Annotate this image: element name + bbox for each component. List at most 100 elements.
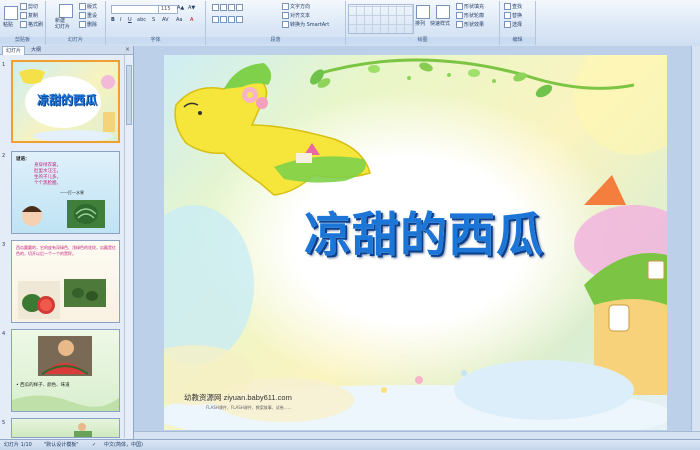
shape-outline-label: 形状轮廓 xyxy=(464,13,485,19)
scrollbar-thumb[interactable] xyxy=(126,65,132,125)
shrink-font-button[interactable]: A▼ xyxy=(188,5,195,11)
shape-effects-label: 形状效果 xyxy=(464,22,485,28)
justify-icon xyxy=(236,16,243,23)
outline-icon xyxy=(456,12,463,19)
smartart-icon xyxy=(282,21,289,28)
tab-outline[interactable]: 大纲 xyxy=(28,46,44,54)
bold-button[interactable]: B xyxy=(111,17,115,23)
shape-outline-button[interactable]: 形状轮廓 xyxy=(456,12,484,19)
change-case-button[interactable]: Aa xyxy=(176,17,182,23)
slide-thumbnail-1[interactable]: 凉甜的西瓜 xyxy=(11,60,120,143)
slide2-thumb-art xyxy=(22,200,105,228)
select-button[interactable]: 选择 xyxy=(504,21,522,28)
arrange-icon[interactable] xyxy=(416,5,430,19)
font-color-button[interactable]: A xyxy=(190,17,193,23)
slides-group: 新建 幻灯片 版式 重设 删除 幻灯片 xyxy=(46,1,106,45)
copy-label: 复制 xyxy=(28,13,39,19)
quick-styles-icon[interactable] xyxy=(436,5,450,19)
slide-thumbnail-4[interactable]: • 西瓜的样子、颜色、味道 xyxy=(11,329,120,412)
align-right-icon xyxy=(228,16,235,23)
slide-number: 3 xyxy=(2,242,6,248)
align-center-icon xyxy=(220,16,227,23)
shape-fill-button[interactable]: 形状填充 xyxy=(456,3,484,10)
shape-effects-button[interactable]: 形状效果 xyxy=(456,21,484,28)
cut-button[interactable]: 剪切 xyxy=(20,3,38,10)
slide4-caption: • 西瓜的样子、颜色、味道 xyxy=(16,383,70,388)
delete-slide-button[interactable]: 删除 xyxy=(79,21,97,28)
italic-button[interactable]: I xyxy=(120,17,121,23)
font-group: 115 A▲ A▼ B I U abc S AV Aa A 字体 xyxy=(106,1,206,45)
slide-thumbnail-2[interactable]: 谜语： 身穿绿衣裳， 肚里水汪汪， 生的子儿多， 个个黑脸膛。 ——打一水果 xyxy=(11,151,120,234)
align-text-icon xyxy=(282,12,289,19)
tab-slides[interactable]: 幻灯片 xyxy=(2,46,26,55)
smartart-button[interactable]: 转换为 SmartArt xyxy=(282,21,329,28)
new-slide-button[interactable]: 新建 幻灯片 xyxy=(55,18,70,30)
replace-icon xyxy=(504,12,511,19)
text-direction-button[interactable]: 文字方向 xyxy=(282,3,310,10)
replace-label: 替换 xyxy=(512,13,523,19)
new-slide-icon[interactable] xyxy=(59,4,73,18)
text-direction-icon xyxy=(282,3,289,10)
find-label: 查找 xyxy=(512,4,523,10)
slide3-thumb-art xyxy=(18,279,106,319)
slide-title[interactable]: 凉甜的西瓜 xyxy=(224,196,624,265)
editing-label: 编辑 xyxy=(500,37,535,44)
drawing-label: 绘图 xyxy=(346,37,499,44)
slide-thumbnail-3[interactable]: 西瓜圆圆的，它的皮有深绿色、浅绿色的花纹，瓜瓤是红色的，切开以后一个一个的黑籽。 xyxy=(11,240,120,323)
align-buttons[interactable] xyxy=(212,16,244,23)
pane-tabs: 幻灯片 大纲 × xyxy=(0,46,133,55)
clipboard-group: 粘贴 剪切 复制 格式刷 剪贴板 xyxy=(0,1,46,45)
slides-scrollbar[interactable] xyxy=(124,55,133,438)
font-label: 字体 xyxy=(106,37,205,44)
copy-button[interactable]: 复制 xyxy=(20,12,38,19)
char-spacing-button[interactable]: AV xyxy=(162,17,169,23)
paste-button[interactable]: 粘贴 xyxy=(3,21,13,28)
text-direction-label: 文字方向 xyxy=(290,4,311,10)
horizontal-scrollbar[interactable] xyxy=(134,431,700,439)
align-text-label: 对齐文本 xyxy=(290,13,311,19)
slide-number: 4 xyxy=(2,331,6,337)
font-size-field[interactable]: 115 xyxy=(158,5,178,14)
paste-icon[interactable] xyxy=(4,6,18,20)
underline-button[interactable]: U xyxy=(128,17,132,23)
slide-number: 2 xyxy=(2,153,6,159)
slides-pane: 幻灯片 大纲 × 1 凉甜的西瓜 2 谜语： 身穿绿衣裳， 肚里水汪汪， 生的子… xyxy=(0,46,134,439)
clipboard-label: 剪贴板 xyxy=(0,37,45,44)
editing-area: 凉甜的西瓜 幼教资源网 ziyuan.baby611.com FLASH课件、F… xyxy=(134,46,700,439)
close-icon[interactable]: × xyxy=(125,46,130,54)
font-name-field[interactable] xyxy=(111,5,159,14)
strikethrough-button[interactable]: abc xyxy=(137,17,146,23)
effects-icon xyxy=(456,21,463,28)
arrange-button[interactable]: 排列 xyxy=(415,20,425,27)
slide4-thumb-art xyxy=(12,336,119,411)
find-icon xyxy=(504,3,511,10)
shadow-button[interactable]: S xyxy=(152,17,155,23)
grow-font-button[interactable]: A▲ xyxy=(177,5,184,11)
replace-button[interactable]: 替换 xyxy=(504,12,522,19)
slide-number: 5 xyxy=(2,420,6,426)
bullets-icon xyxy=(212,4,219,11)
slide-canvas[interactable]: 凉甜的西瓜 幼教资源网 ziyuan.baby611.com FLASH课件、F… xyxy=(164,55,667,430)
reset-button[interactable]: 重设 xyxy=(79,12,97,19)
bullets-button[interactable] xyxy=(212,4,244,11)
select-icon xyxy=(504,21,511,28)
slide-footer: 幼教资源网 ziyuan.baby611.com xyxy=(184,393,292,402)
ribbon: 粘贴 剪切 复制 格式刷 剪贴板 新建 幻灯片 版式 重设 删除 幻灯片 115… xyxy=(0,0,700,47)
shapes-gallery[interactable] xyxy=(348,4,414,34)
format-painter-button[interactable]: 格式刷 xyxy=(20,21,43,28)
quick-styles-button[interactable]: 快速样式 xyxy=(430,20,450,27)
slide-thumbnail-5[interactable] xyxy=(11,418,120,438)
cut-label: 剪切 xyxy=(28,4,39,10)
copy-icon xyxy=(20,12,27,19)
vertical-scrollbar[interactable] xyxy=(691,46,700,432)
reset-label: 重设 xyxy=(87,13,98,19)
align-left-icon xyxy=(212,16,219,23)
indent-icon xyxy=(228,4,235,11)
align-text-button[interactable]: 对齐文本 xyxy=(282,12,310,19)
scissors-icon xyxy=(20,3,27,10)
slides-label: 幻灯片 xyxy=(46,37,105,44)
layout-icon xyxy=(79,3,86,10)
find-button[interactable]: 查找 xyxy=(504,3,522,10)
layout-button[interactable]: 版式 xyxy=(79,3,97,10)
smartart-label: 转换为 SmartArt xyxy=(290,22,330,28)
